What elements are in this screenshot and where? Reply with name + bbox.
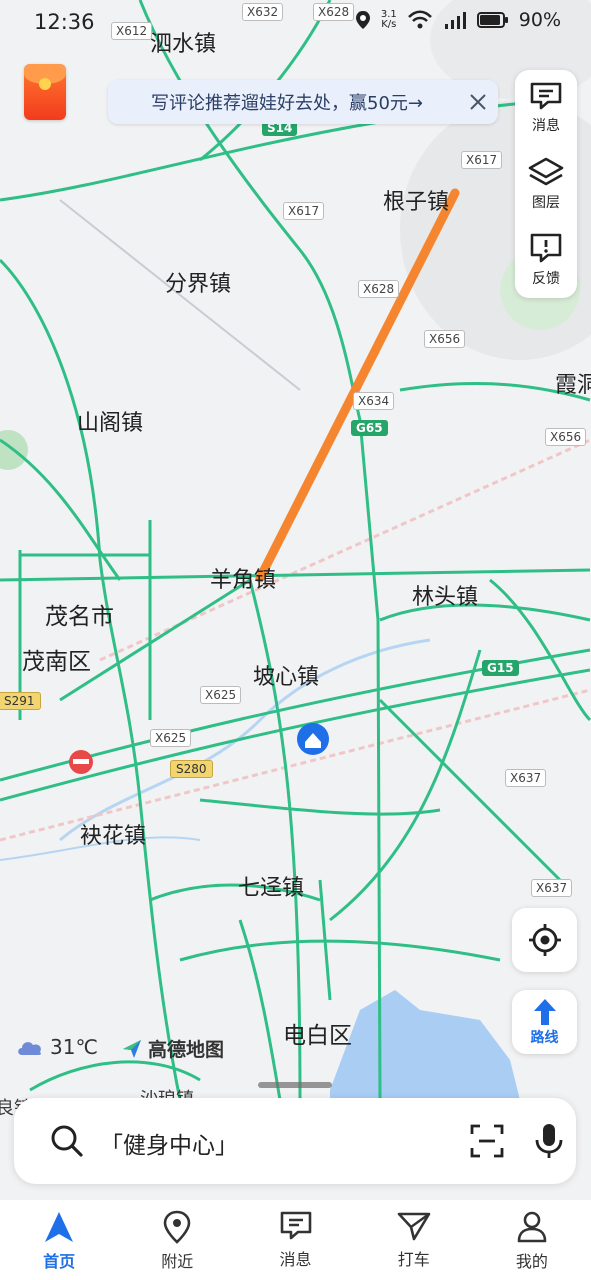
feedback-icon	[530, 233, 562, 263]
bottom-tab-bar: 首页 附近 消息 打车 我的	[0, 1200, 591, 1280]
location-status-icon	[355, 11, 370, 29]
search-bar[interactable]: 「健身中心」	[14, 1098, 576, 1184]
wifi-icon	[407, 10, 432, 29]
road-g15: G15	[482, 660, 519, 676]
layers-button[interactable]: 图层	[515, 146, 577, 222]
layers-label: 图层	[532, 195, 560, 211]
status-bar: 12:36 3.1 K/s 90%	[0, 0, 591, 46]
amap-logo-icon	[123, 1039, 141, 1058]
road-x634: X634	[353, 392, 395, 410]
map-tools-panel: 消息 图层 反馈	[515, 70, 577, 298]
envelope-coin	[39, 78, 51, 90]
lake	[330, 990, 520, 1100]
road-x617-right: X617	[461, 151, 503, 169]
scan-icon[interactable]	[470, 1124, 504, 1158]
close-icon[interactable]	[458, 80, 498, 124]
route-arrow-icon	[533, 999, 556, 1025]
status-time: 12:36	[34, 10, 95, 34]
place-genzi[interactable]: 根子镇	[383, 184, 449, 216]
locate-icon	[528, 924, 561, 956]
tab-messages[interactable]: 消息	[236, 1200, 354, 1280]
tab-home-label: 首页	[43, 1252, 76, 1271]
location-pin-icon[interactable]	[297, 723, 329, 755]
route-button[interactable]: 路线	[512, 990, 577, 1054]
place-maonan[interactable]: 茂南区	[22, 642, 91, 676]
brand-name: 高德地图	[148, 1039, 225, 1061]
road-x656-right: X656	[545, 428, 587, 446]
road-g65: G65	[351, 420, 388, 436]
messages-label: 消息	[532, 118, 560, 134]
weather-temp: 31℃	[50, 1035, 98, 1059]
battery-percent: 90%	[518, 9, 561, 31]
place-qiyi[interactable]: 七迳镇	[238, 870, 304, 902]
road-x628-mid: X628	[358, 280, 400, 298]
road-x637-upper: X637	[505, 769, 547, 787]
promo-banner[interactable]: 写评论推荐遛娃好去处，赢50元→	[108, 80, 498, 124]
message-icon	[530, 82, 562, 110]
search-placeholder[interactable]: 「健身中心」	[100, 1126, 238, 1160]
place-xia[interactable]: 霞洞	[555, 367, 591, 399]
place-lintou[interactable]: 林头镇	[412, 579, 478, 611]
tab-messages-label: 消息	[279, 1250, 312, 1269]
amap-logo: 高德地图	[120, 1035, 224, 1062]
weather-widget[interactable]: 31℃	[16, 1035, 98, 1059]
tab-taxi-label: 打车	[397, 1250, 430, 1269]
feedback-button[interactable]: 反馈	[515, 222, 577, 298]
red-envelope-icon[interactable]	[24, 64, 66, 120]
place-fenjie[interactable]: 分界镇	[165, 266, 231, 298]
promo-banner-text[interactable]: 写评论推荐遛娃好去处，赢50元→	[108, 89, 458, 115]
road-x617-mid: X617	[283, 202, 325, 220]
tab-profile-label: 我的	[515, 1252, 548, 1271]
locate-button[interactable]	[512, 908, 577, 972]
tab-home[interactable]: 首页	[0, 1200, 118, 1280]
tab-nearby-label: 附近	[161, 1252, 194, 1271]
tab-taxi[interactable]: 打车	[355, 1200, 473, 1280]
place-dianbai[interactable]: 电白区	[283, 1016, 352, 1050]
road-x625-upper: X625	[200, 686, 242, 704]
road-x625-lower: X625	[150, 729, 192, 747]
route-label: 路线	[530, 1030, 559, 1046]
microphone-icon[interactable]	[534, 1122, 564, 1160]
nearby-pin-icon	[163, 1210, 191, 1244]
search-icon	[51, 1125, 83, 1157]
chat-icon	[280, 1211, 311, 1240]
layers-icon	[528, 157, 564, 186]
drawer-handle[interactable]	[258, 1082, 332, 1088]
battery-icon	[476, 12, 508, 28]
road-s280: S280	[170, 760, 213, 778]
road-x656-upper: X656	[424, 330, 466, 348]
feedback-label: 反馈	[532, 271, 560, 287]
signal-icon	[444, 12, 466, 29]
tab-profile[interactable]: 我的	[473, 1200, 591, 1280]
user-icon	[517, 1211, 547, 1243]
no-entry-icon	[69, 750, 93, 774]
road-x637-lower: X637	[531, 879, 573, 897]
messages-button[interactable]: 消息	[515, 70, 577, 146]
network-speed-unit: K/s	[381, 19, 397, 30]
place-poxin[interactable]: 坡心镇	[253, 659, 319, 691]
taxi-send-icon	[397, 1212, 431, 1241]
network-speed: 3.1 K/s	[381, 10, 397, 30]
place-fuhua[interactable]: 袂花镇	[80, 818, 146, 850]
place-yangjiao[interactable]: 羊角镇	[210, 562, 276, 594]
home-arrow-icon	[45, 1212, 74, 1242]
road-s291: S291	[0, 692, 41, 710]
cloud-icon	[18, 1042, 41, 1055]
tab-nearby[interactable]: 附近	[118, 1200, 236, 1280]
place-maoming[interactable]: 茂名市	[45, 597, 114, 631]
place-shange[interactable]: 山阁镇	[77, 405, 143, 437]
map-canvas[interactable]: 泗水镇 根子镇 分界镇 山阁镇 茂名市 茂南区 羊角镇 坡心镇 林头镇 霞洞 袂…	[0, 0, 591, 1200]
